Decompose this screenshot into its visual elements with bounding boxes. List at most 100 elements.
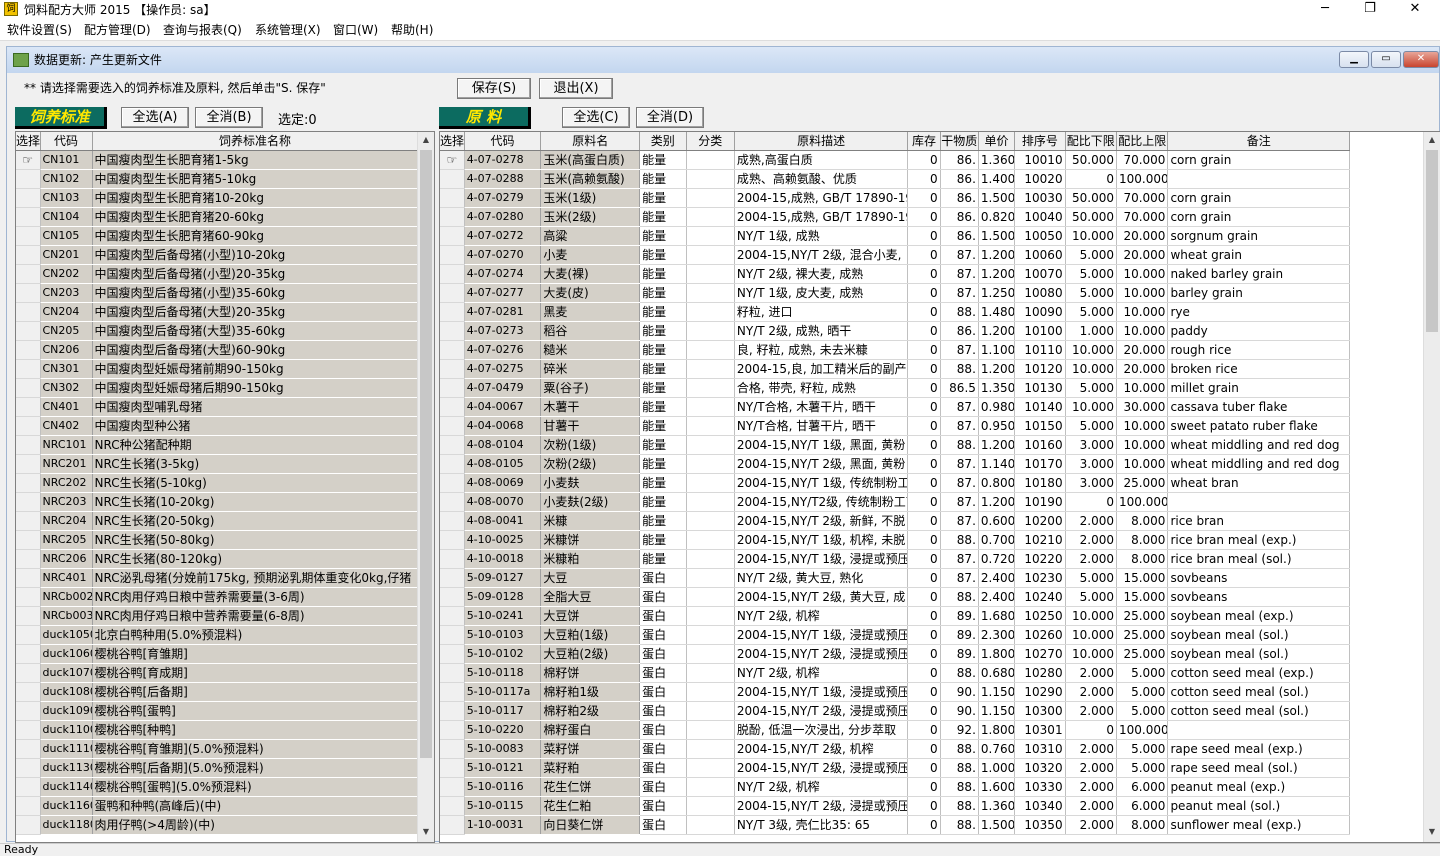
row-select-cell[interactable] — [16, 245, 41, 265]
scroll-down-arrow-icon[interactable]: ▼ — [418, 824, 434, 840]
row-select-cell[interactable] — [16, 625, 41, 645]
row-select-cell[interactable] — [16, 587, 41, 607]
row-select-cell[interactable] — [16, 568, 41, 588]
row-select-cell[interactable] — [440, 587, 465, 607]
row-select-cell[interactable] — [16, 777, 41, 797]
column-header-ratio-max[interactable]: 配比上限 — [1116, 132, 1169, 151]
column-header-classification[interactable]: 分类 — [686, 132, 735, 151]
row-select-cell[interactable] — [440, 777, 465, 797]
table-row[interactable]: 5-10-0118 棉籽饼 蛋白 NY/T 2级, 机榨 0 88. 0.680 10280 2… — [440, 663, 1350, 683]
table-row[interactable]: 4-07-0274 大麦(裸) 能量 NY/T 2级, 裸大麦, 成熟 0 87. 1.20… — [440, 264, 1350, 284]
table-row[interactable]: duck1070 樱桃谷鸭[育成期] — [16, 663, 419, 683]
row-select-cell[interactable] — [16, 796, 41, 816]
table-row[interactable]: CN104 中国瘦肉型生长肥育猪20-60kg — [16, 207, 419, 227]
row-select-cell[interactable] — [440, 682, 465, 702]
table-row[interactable]: 5-10-0241 大豆饼 蛋白 NY/T 2级, 机榨 0 89. 1.680 10250 1… — [440, 606, 1350, 626]
table-row[interactable]: ☞ 4-07-0278 玉米(高蛋白质) 能量 成熟,高蛋白质 0 86. 1.360 1001… — [440, 150, 1350, 170]
table-row[interactable]: 5-10-0117 棉籽粕2级 蛋白 2004-15,NY/T 2级, 浸提或预压 0 9… — [440, 701, 1350, 721]
row-select-cell[interactable] — [440, 378, 465, 398]
row-select-cell[interactable] — [440, 188, 465, 208]
table-row[interactable]: NRC401 NRC泌乳母猪(分娩前175kg, 预期泌乳期体重变化0kg,仔猪 — [16, 568, 419, 588]
table-row[interactable]: 5-09-0128 全脂大豆 蛋白 2004-15,NY/T 2级, 黄大豆, 成08… — [440, 587, 1350, 607]
row-select-cell[interactable] — [440, 321, 465, 341]
row-select-cell[interactable] — [440, 606, 465, 626]
table-row[interactable]: duck1140 樱桃谷鸭[蛋鸭](5.0%预混料) — [16, 777, 419, 797]
table-row[interactable]: duck1130 樱桃谷鸭[后备期](5.0%预混料) — [16, 758, 419, 778]
column-header-sort-number[interactable]: 排序号 — [1014, 132, 1066, 151]
row-select-cell[interactable] — [16, 302, 41, 322]
table-row[interactable]: 4-04-0067 木薯干 能量 NY/T合格, 木薯干片, 晒干 0 87. 0.980 1… — [440, 397, 1350, 417]
menu-window[interactable]: 窗口(W) — [333, 23, 378, 38]
row-select-cell[interactable] — [440, 796, 465, 816]
row-select-cell[interactable] — [16, 549, 41, 569]
menu-software-settings[interactable]: 软件设置(S) — [7, 23, 72, 38]
left-vertical-scrollbar[interactable]: ▲ ▼ — [417, 132, 434, 842]
row-select-cell[interactable] — [16, 340, 41, 360]
row-select-cell[interactable] — [16, 663, 41, 683]
table-row[interactable]: NRC203 NRC生长猪(10-20kg) — [16, 492, 419, 512]
table-row[interactable]: 4-07-0272 高粱 能量 NY/T 1级, 成熟 0 86. 1.500 10050 10… — [440, 226, 1350, 246]
row-select-cell[interactable] — [440, 302, 465, 322]
table-row[interactable]: NRC201 NRC生长猪(3-5kg) — [16, 454, 419, 474]
row-select-cell[interactable] — [16, 359, 41, 379]
table-row[interactable]: CN103 中国瘦肉型生长肥育猪10-20kg — [16, 188, 419, 208]
table-row[interactable]: duck1060 樱桃谷鸭[育雏期] — [16, 644, 419, 664]
table-row[interactable]: 4-08-0105 次粉(2级) 能量 2004-15,NY/T 2级, 黑面, 黄粉… — [440, 454, 1350, 474]
table-row[interactable]: NRC204 NRC生长猪(20-50kg) — [16, 511, 419, 531]
row-select-cell[interactable] — [440, 264, 465, 284]
table-row[interactable]: NRC206 NRC生长猪(80-120kg) — [16, 549, 419, 569]
table-row[interactable]: NRCb003 NRC肉用仔鸡日粮中营养需要量(6-8周) — [16, 606, 419, 626]
select-all-ingredients-button[interactable]: 全选(C) — [562, 107, 630, 128]
table-row[interactable]: 4-07-0275 碎米 能量 2004-15,良, 加工精米后的副产 0 88. 1.20… — [440, 359, 1350, 379]
row-select-cell[interactable]: ☞ — [16, 150, 41, 170]
deselect-all-standards-button[interactable]: 全消(B) — [195, 107, 263, 128]
table-row[interactable]: duck1080 樱桃谷鸭[后备期] — [16, 682, 419, 702]
table-row[interactable]: duck1090 樱桃谷鸭[蛋鸭] — [16, 701, 419, 721]
row-select-cell[interactable] — [16, 397, 41, 417]
scroll-up-arrow-icon[interactable]: ▲ — [1424, 132, 1440, 148]
scroll-thumb[interactable] — [1426, 150, 1438, 332]
table-row[interactable]: CN401 中国瘦肉型哺乳母猪 — [16, 397, 419, 417]
exit-button[interactable]: 退出(X) — [539, 78, 613, 99]
table-row[interactable]: 4-10-0018 米糠粕 能量 2004-15,NY/T 1级, 浸提或预压 0 87.… — [440, 549, 1350, 569]
scroll-thumb[interactable] — [420, 150, 432, 758]
table-row[interactable]: 5-10-0220 棉籽蛋白 蛋白 脱酚, 低温一次浸出, 分步萃取 0 92. 1.800… — [440, 720, 1350, 740]
row-select-cell[interactable] — [16, 264, 41, 284]
table-row[interactable]: 4-08-0070 小麦麸(2级) 能量 2004-15,NY/T2级, 传统制粉工艺… — [440, 492, 1350, 512]
menu-query-reports[interactable]: 查询与报表(Q) — [163, 23, 242, 38]
table-row[interactable]: 5-10-0116 花生仁饼 蛋白 NY/T 2级, 机榨 0 88. 1.600 10330… — [440, 777, 1350, 797]
table-row[interactable]: 4-07-0273 稻谷 能量 NY/T 2级, 成熟, 晒干 0 86. 1.200 101… — [440, 321, 1350, 341]
row-select-cell[interactable] — [440, 492, 465, 512]
menu-help[interactable]: 帮助(H) — [391, 23, 433, 38]
right-vertical-scrollbar[interactable]: ▲ ▼ — [1423, 132, 1440, 842]
table-row[interactable]: CN102 中国瘦肉型生长肥育猪5-10kg — [16, 169, 419, 189]
row-select-cell[interactable] — [440, 416, 465, 436]
table-row[interactable]: 5-09-0127 大豆 蛋白 NY/T 2级, 黄大豆, 熟化 0 87. 2.400 10… — [440, 568, 1350, 588]
row-select-cell[interactable] — [16, 321, 41, 341]
row-select-cell[interactable] — [440, 359, 465, 379]
table-row[interactable]: 1-10-0031 向日葵仁饼 蛋白 NY/T 3级, 壳仁比35: 65 0 88. 1.… — [440, 815, 1350, 835]
table-row[interactable]: CN206 中国瘦肉型后备母猪(大型)60-90kg — [16, 340, 419, 360]
table-row[interactable]: 5-10-0103 大豆粕(1级) 蛋白 2004-15,NY/T 1级, 浸提或预压… — [440, 625, 1350, 645]
column-header-description[interactable]: 原料描述 — [734, 132, 909, 151]
save-button[interactable]: 保存(S) — [457, 78, 531, 99]
row-select-cell[interactable]: ☞ — [440, 150, 465, 170]
table-row[interactable]: duck1110 樱桃谷鸭[育雏期](5.0%预混料) — [16, 739, 419, 759]
row-select-cell[interactable] — [16, 169, 41, 189]
column-header-standard-name[interactable]: 饲养标准名称 — [92, 132, 419, 151]
table-row[interactable]: CN105 中国瘦肉型生长肥育猪60-90kg — [16, 226, 419, 246]
row-select-cell[interactable] — [16, 416, 41, 436]
row-select-cell[interactable] — [16, 207, 41, 227]
table-row[interactable]: 4-07-0479 粟(谷子) 能量 合格, 带壳, 籽粒, 成熟 0 86.5 1.350… — [440, 378, 1350, 398]
table-row[interactable]: CN202 中国瘦肉型后备母猪(小型)20-35kg — [16, 264, 419, 284]
table-row[interactable]: duck1050 北京白鸭种用(5.0%预混料) — [16, 625, 419, 645]
scroll-down-arrow-icon[interactable]: ▼ — [1424, 824, 1440, 840]
table-row[interactable]: duck1100 樱桃谷鸭[种鸭] — [16, 720, 419, 740]
row-select-cell[interactable] — [16, 758, 41, 778]
table-row[interactable]: NRCb002 NRC肉用仔鸡日粮中营养需要量(3-6周) — [16, 587, 419, 607]
table-row[interactable]: 4-04-0068 甘薯干 能量 NY/T合格, 甘薯干片, 晒干 0 87. 0.950 1… — [440, 416, 1350, 436]
column-header-category[interactable]: 类别 — [639, 132, 687, 151]
table-row[interactable]: 5-10-0115 花生仁粕 蛋白 2004-15,NY/T 2级, 浸提或预压 0 88… — [440, 796, 1350, 816]
row-select-cell[interactable] — [440, 340, 465, 360]
row-select-cell[interactable] — [440, 283, 465, 303]
